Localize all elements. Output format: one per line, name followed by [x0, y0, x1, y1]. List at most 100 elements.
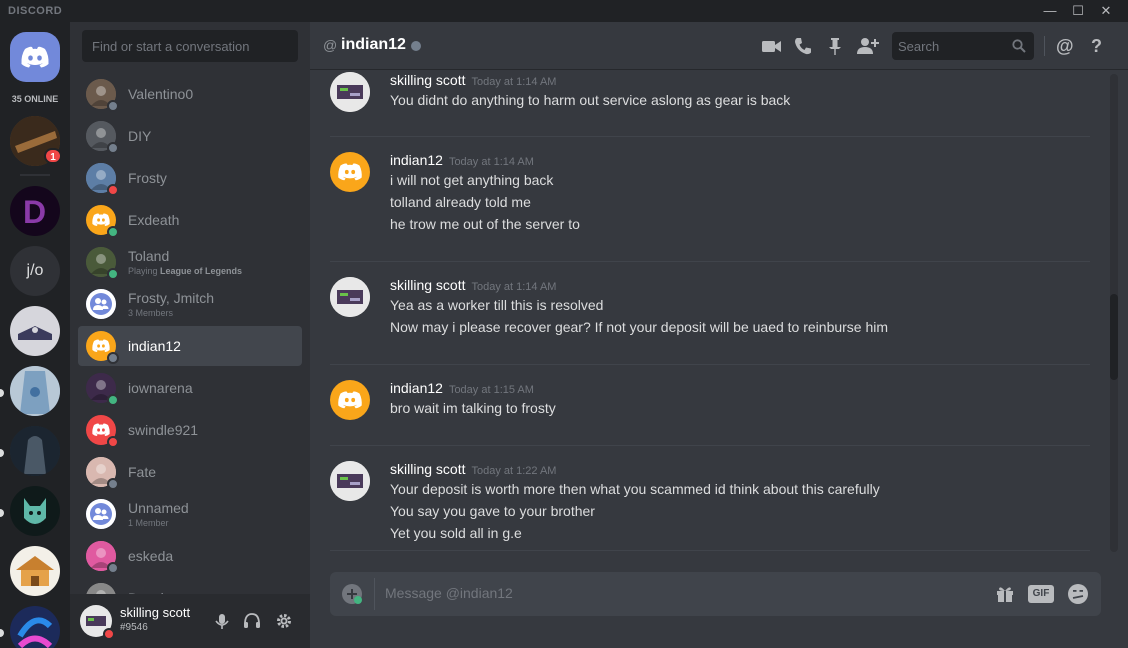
dm-subtext-label: 1 Member	[128, 518, 169, 528]
dm-item[interactable]: Frosty, Jmitch 3 Members	[78, 284, 302, 324]
svg-text:@: @	[1056, 36, 1074, 56]
message-author-name[interactable]: indian12	[390, 152, 443, 168]
gift-button[interactable]	[994, 583, 1016, 605]
server-icon-7[interactable]	[10, 486, 60, 536]
server-icon-8[interactable]	[10, 546, 60, 596]
discord-logo-icon	[21, 46, 49, 68]
home-button[interactable]	[10, 32, 60, 82]
dm-item[interactable]: indian12	[78, 326, 302, 366]
message-text: bro wait im talking to frosty	[390, 400, 556, 416]
message-list: skilling scott Today at 1:14 AM You didnt …	[310, 70, 1110, 554]
message-input[interactable]: Message @indian12	[385, 585, 513, 601]
status-dnd-indicator	[107, 184, 119, 196]
message-avatar[interactable]	[330, 152, 370, 192]
dm-avatar	[86, 499, 116, 529]
dm-avatar	[86, 121, 119, 154]
message-text: You didnt do anything to harm out servic…	[390, 92, 791, 108]
server-icon-jo[interactable]: j/o	[10, 246, 60, 296]
pinned-messages-button[interactable]	[824, 35, 846, 57]
upload-button[interactable]	[342, 584, 362, 604]
dm-item[interactable]: swindle921	[78, 410, 302, 450]
server-icon-4[interactable]	[10, 306, 60, 356]
message-author[interactable]: skilling scott Today at 1:14 AM	[390, 277, 556, 293]
message-author-name[interactable]: skilling scott	[390, 461, 465, 477]
message-author-name[interactable]: skilling scott	[390, 72, 465, 88]
dm-avatar	[86, 289, 116, 319]
dm-item[interactable]: Frosty	[78, 158, 302, 198]
user-avatar[interactable]	[80, 605, 115, 640]
gift-icon	[997, 587, 1013, 602]
minimize-button[interactable]: —	[1036, 0, 1064, 22]
help-button[interactable]: ?	[1086, 35, 1108, 57]
search-placeholder: Search	[898, 39, 940, 54]
dm-avatar	[86, 415, 119, 448]
dm-item[interactable]: Exdeath	[78, 200, 302, 240]
mentions-button[interactable]: @	[1054, 35, 1076, 57]
user-settings-button[interactable]	[274, 611, 294, 631]
server-7-icon	[24, 498, 46, 524]
emoji-icon	[1068, 584, 1088, 604]
message-author[interactable]: indian12 Today at 1:15 AM	[390, 380, 534, 396]
find-conversation-input[interactable]: Find or start a conversation	[82, 30, 298, 62]
dm-game-name: League of Legends	[157, 266, 243, 276]
help-question-icon: ?	[1091, 36, 1102, 56]
dm-avatar	[86, 541, 119, 574]
voice-call-button[interactable]	[792, 35, 814, 57]
app-brand: DISCORD	[8, 5, 63, 17]
video-call-button[interactable]	[760, 35, 782, 57]
server-icon-d[interactable]: D	[10, 186, 60, 236]
dm-item[interactable]: Fate	[78, 452, 302, 492]
dm-avatar	[86, 79, 119, 112]
server-icon-6[interactable]	[10, 426, 60, 476]
dm-item[interactable]: eskeda	[78, 536, 302, 576]
server-icon-5[interactable]	[10, 366, 60, 416]
close-button[interactable]: ✕	[1092, 0, 1120, 22]
gif-picker-button[interactable]: GIF	[1028, 585, 1054, 603]
message-author-name[interactable]: indian12	[390, 380, 443, 396]
discord-default-avatar-icon	[338, 391, 362, 409]
message-avatar[interactable]	[330, 72, 370, 112]
status-dnd-indicator	[107, 436, 119, 448]
dm-item[interactable]: DIY	[78, 116, 302, 156]
server-icon-9[interactable]	[10, 606, 60, 648]
dm-subtext: 3 Members	[128, 308, 214, 318]
user-name: skilling scott	[120, 605, 191, 620]
user-photo-icon	[86, 583, 116, 594]
dm-item[interactable]: Unnamed 1 Member	[78, 494, 302, 534]
message-timestamp: Today at 1:15 AM	[448, 384, 534, 396]
chat-header: @ indian12 Search @ ?	[310, 22, 1128, 70]
mute-button[interactable]	[212, 611, 232, 631]
gear-icon	[277, 614, 291, 628]
dm-name: Frosty, Jmitch	[128, 290, 215, 306]
message-divider	[330, 550, 1090, 551]
dm-name: Valentino0	[128, 86, 194, 102]
status-online-indicator	[107, 394, 119, 406]
dm-item[interactable]: Valentino0	[78, 74, 302, 114]
search-input[interactable]: Search	[892, 32, 1034, 60]
message-avatar[interactable]	[330, 461, 370, 501]
user-photo-icon	[330, 461, 370, 501]
message-author-name[interactable]: skilling scott	[390, 277, 465, 293]
message-author[interactable]: skilling scott Today at 1:14 AM	[390, 72, 556, 88]
emoji-picker-button[interactable]	[1067, 583, 1089, 605]
message-author[interactable]: skilling scott Today at 1:22 AM	[390, 461, 556, 477]
dm-item[interactable]: Darwin	[78, 578, 302, 594]
message-author[interactable]: indian12 Today at 1:14 AM	[390, 152, 534, 168]
rail-divider	[20, 174, 50, 176]
status-offline-indicator	[107, 562, 119, 574]
group-dm-icon	[86, 289, 116, 319]
scrollbar-thumb[interactable]	[1110, 294, 1118, 380]
dm-item[interactable]: iownarena	[78, 368, 302, 408]
message-avatar[interactable]	[330, 277, 370, 317]
dm-item[interactable]: Toland Playing League of Legends	[78, 242, 302, 282]
message-avatar[interactable]	[330, 380, 370, 420]
deafen-button[interactable]	[242, 611, 262, 631]
pin-icon	[829, 38, 841, 55]
dm-name: DIY	[128, 128, 152, 144]
maximize-button[interactable]: ☐	[1064, 0, 1092, 22]
server-rail: 35 ONLINE 1 D j/o	[0, 22, 70, 648]
message-composer[interactable]: Message @indian12 GIF	[330, 572, 1101, 616]
status-offline-indicator	[107, 478, 119, 490]
message-text: tolland already told me	[390, 194, 531, 210]
add-friend-to-dm-button[interactable]	[856, 35, 879, 57]
